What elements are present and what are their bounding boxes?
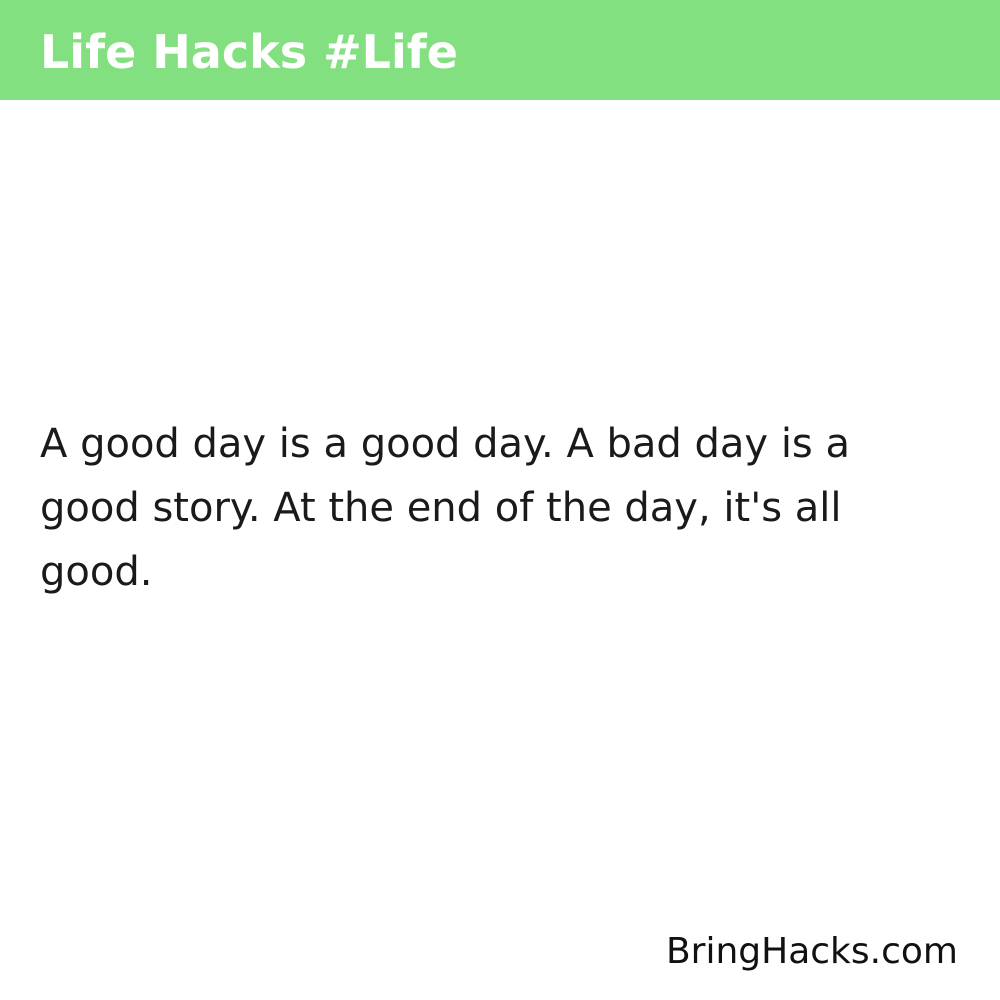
page-title: Life Hacks #Life <box>40 25 458 79</box>
site-watermark: BringHacks.com <box>665 931 958 972</box>
header-banner: Life Hacks #Life <box>0 0 1000 100</box>
quote-text: A good day is a good day. A bad day is a… <box>40 421 850 595</box>
